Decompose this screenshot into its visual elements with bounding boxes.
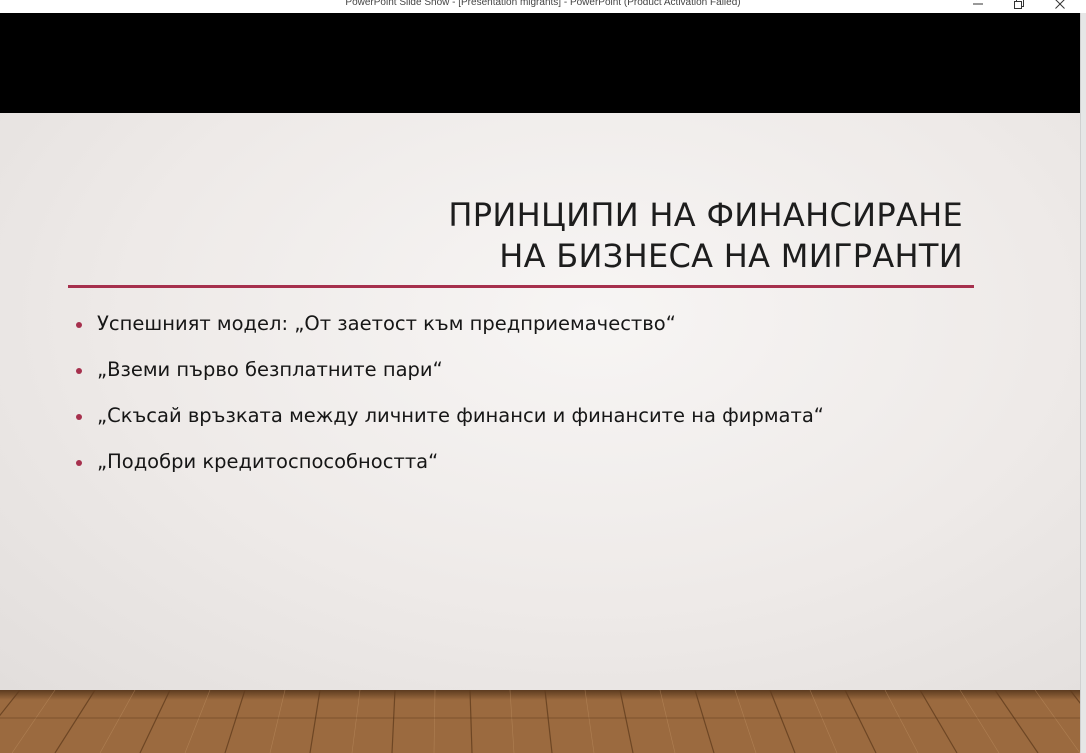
title-divider bbox=[68, 285, 974, 288]
window-right-edge bbox=[1080, 13, 1086, 753]
wood-floor-background bbox=[0, 690, 1080, 753]
restore-icon bbox=[1014, 0, 1024, 9]
bullet-dot-icon bbox=[76, 368, 82, 374]
slide-title-line-1: ПРИНЦИПИ НА ФИНАНСИРАНЕ bbox=[448, 196, 963, 234]
restore-button[interactable] bbox=[999, 0, 1039, 13]
minimize-button[interactable] bbox=[958, 0, 998, 13]
close-icon bbox=[1055, 0, 1065, 9]
minimize-icon bbox=[973, 3, 983, 5]
bullet-text: „Вземи първо безплатните пари“ bbox=[97, 358, 443, 381]
slide-title-line-2: НА БИЗНЕСА НА МИГРАНТИ bbox=[499, 237, 963, 275]
slide-title: ПРИНЦИПИ НА ФИНАНСИРАНЕ НА БИЗНЕСА НА МИ… bbox=[163, 195, 963, 277]
bullet-dot-icon bbox=[76, 322, 82, 328]
close-button[interactable] bbox=[1040, 0, 1080, 13]
wood-planks-graphic bbox=[0, 690, 1080, 753]
bullet-dot-icon bbox=[76, 414, 82, 420]
bullet-text: „Подобри кредитоспособността“ bbox=[97, 450, 439, 473]
window-titlebar: PowerPoint Slide Show - [Presentation mi… bbox=[0, 0, 1086, 13]
bullet-text: „Скъсай връзката между личните финанси и… bbox=[97, 404, 824, 427]
slide-letterbox-band bbox=[0, 13, 1080, 113]
bullet-dot-icon bbox=[76, 460, 82, 466]
slide-canvas[interactable]: ПРИНЦИПИ НА ФИНАНСИРАНЕ НА БИЗНЕСА НА МИ… bbox=[0, 113, 1080, 690]
window-title: PowerPoint Slide Show - [Presentation mi… bbox=[345, 0, 741, 8]
bullet-text: Успешният модел: „От заетост към предпри… bbox=[97, 312, 676, 335]
